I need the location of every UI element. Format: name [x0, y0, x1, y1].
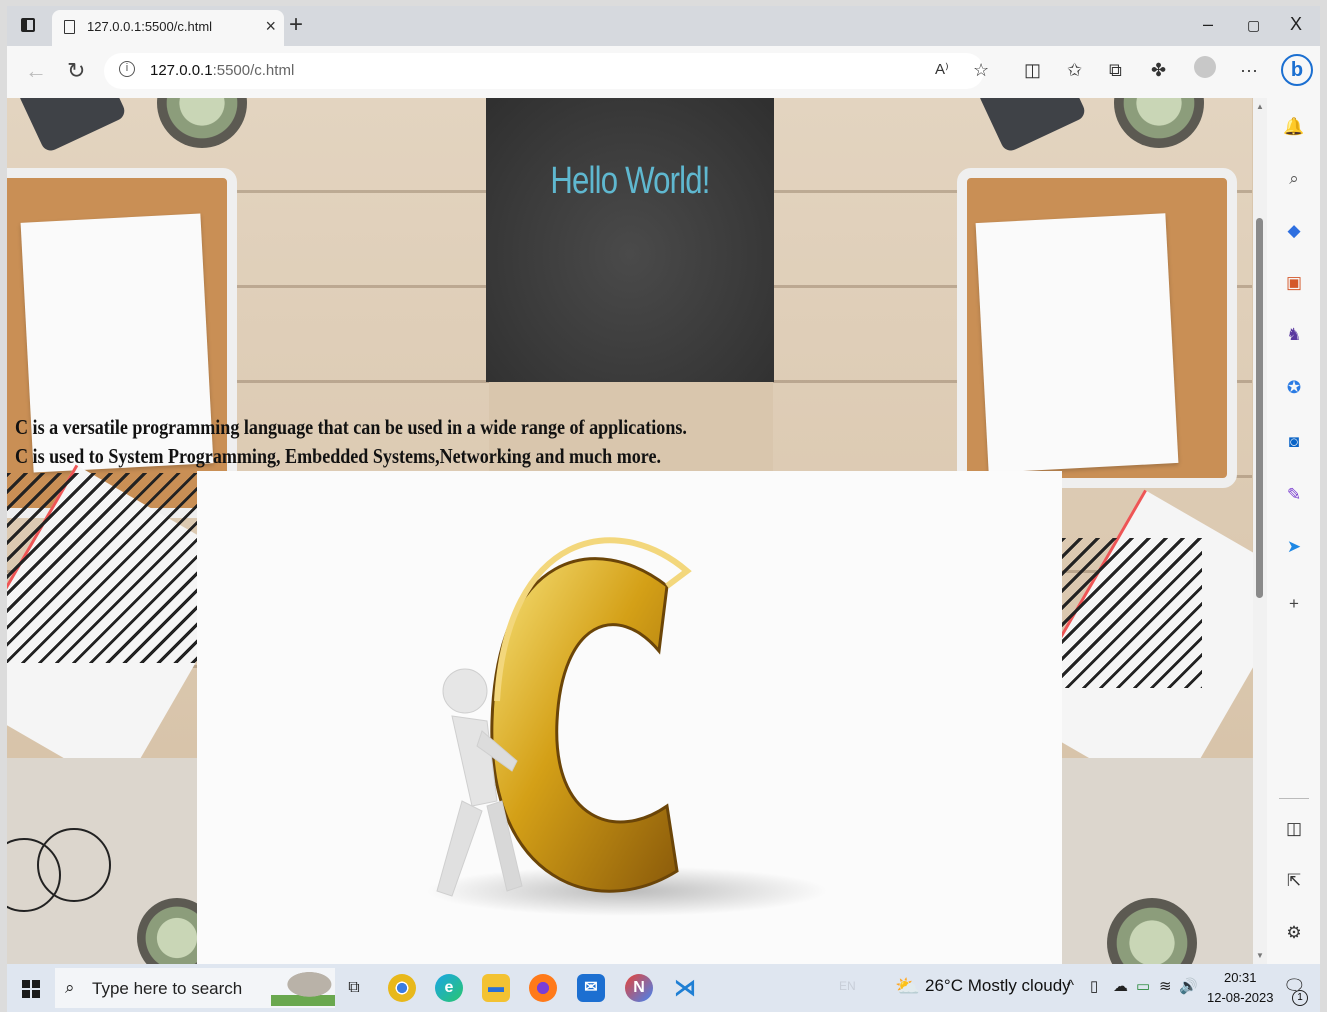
add-icon[interactable]: +: [1283, 593, 1305, 615]
close-window-button[interactable]: X: [1290, 14, 1302, 35]
search-icon[interactable]: ⌕: [1283, 168, 1305, 190]
taskbar-clock[interactable]: 20:31 12-08-2023: [1207, 968, 1274, 1008]
tray-overflow-icon[interactable]: ^: [1067, 977, 1074, 994]
description-line-2: C is used to System Programming, Embedde…: [15, 444, 661, 468]
weather-text[interactable]: 26°C Mostly cloudy: [925, 976, 1071, 996]
task-view-icon[interactable]: ⧉: [340, 974, 368, 1002]
copilot-icon[interactable]: ✪: [1283, 377, 1305, 399]
date-text: 12-08-2023: [1207, 990, 1274, 1005]
hello-heading: Hello World!: [550, 160, 710, 202]
profile-icon[interactable]: [1194, 56, 1216, 78]
paper-sheet-image: [975, 213, 1179, 473]
vscode-icon[interactable]: ⋊: [671, 974, 699, 1002]
favorite-star-icon[interactable]: ☆: [973, 60, 989, 81]
collections-icon[interactable]: ⧉: [1109, 60, 1122, 81]
copilot-bing-icon[interactable]: b: [1281, 54, 1313, 86]
description-line-1: C is a versatile programming language th…: [15, 415, 687, 439]
tray-app-icon[interactable]: ▯: [1090, 977, 1098, 995]
address-bar[interactable]: i 127.0.0.1:5500/c.html: [104, 53, 984, 89]
search-icon: ⌕: [65, 978, 75, 997]
time-text: 20:31: [1223, 970, 1257, 985]
edge-sidebar: 🔔 ⌕ ◆ ▣ ♞ ✪ ◙ ✎ ➤ + ◫ ⇱ ⚙: [1267, 98, 1320, 964]
search-highlight-image: [271, 970, 335, 1006]
briefcase-icon[interactable]: ▣: [1283, 272, 1305, 294]
language-indicator[interactable]: EN: [839, 979, 856, 993]
restore-button[interactable]: ▢: [1247, 17, 1260, 34]
battery-icon[interactable]: ▭: [1136, 977, 1150, 995]
url-text: 127.0.0.1:5500/c.html: [150, 62, 294, 79]
url-path: :5500/c.html: [212, 62, 295, 79]
page-viewport: Hello World! C is a versatile programmin…: [7, 98, 1253, 964]
tab-close-button[interactable]: ×: [265, 16, 276, 37]
split-screen-icon[interactable]: ◫: [1024, 60, 1041, 81]
windows-start-icon[interactable]: [22, 980, 40, 998]
firefox-icon[interactable]: [529, 974, 557, 1002]
sidebar-divider: [1279, 798, 1309, 799]
designer-icon[interactable]: ✎: [1283, 484, 1305, 506]
notebook-spiral-image: [7, 473, 197, 663]
chess-icon[interactable]: ♞: [1283, 324, 1305, 346]
bell-icon[interactable]: 🔔: [1283, 116, 1305, 138]
scroll-up-arrow-icon[interactable]: ▲: [1256, 102, 1264, 111]
scrollbar-thumb[interactable]: [1256, 218, 1263, 598]
back-button[interactable]: ←: [25, 58, 47, 84]
outlook-icon[interactable]: ◙: [1283, 431, 1305, 453]
notebook-spiral-image: [1062, 538, 1202, 688]
page-icon: [64, 20, 75, 34]
figure-body: [451, 715, 498, 807]
weather-icon[interactable]: ⛅: [895, 974, 920, 999]
minimize-button[interactable]: –: [1203, 14, 1213, 35]
onedrive-icon[interactable]: ☁: [1113, 977, 1128, 995]
browser-toolbar: ← ↻ i 127.0.0.1:5500/c.html A⁾ ☆ ◫ ✩ ⧉ ✤…: [7, 46, 1320, 98]
tab-actions-icon[interactable]: [21, 18, 35, 32]
taskbar-search-box[interactable]: ⌕ Type here to search: [55, 968, 335, 1008]
read-aloud-icon[interactable]: A⁾: [935, 60, 949, 78]
new-tab-button[interactable]: +: [289, 11, 303, 39]
wifi-icon[interactable]: ≋: [1159, 977, 1172, 995]
more-icon[interactable]: ···: [1240, 60, 1258, 81]
scroll-down-arrow-icon[interactable]: ▼: [1256, 951, 1264, 960]
send-icon[interactable]: ➤: [1283, 536, 1305, 558]
c-figure-illustration: [427, 537, 827, 916]
figure-head: [442, 668, 488, 714]
windows-taskbar: ⌕ Type here to search ⧉ e ▬ ✉ N ⋊ EN ⛅ 2…: [7, 964, 1320, 1012]
page-scrollbar[interactable]: ▲ ▼: [1253, 98, 1267, 964]
mail-icon[interactable]: ✉: [577, 974, 605, 1002]
hello-world-banner: Hello World!: [486, 98, 774, 382]
refresh-button[interactable]: ↻: [67, 58, 85, 84]
favorites-icon[interactable]: ✩: [1067, 60, 1082, 81]
edge-icon[interactable]: e: [435, 974, 463, 1002]
active-tab[interactable]: 127.0.0.1:5500/c.html ×: [52, 10, 284, 46]
volume-icon[interactable]: 🔊: [1179, 977, 1198, 995]
chrome-icon[interactable]: [388, 974, 416, 1002]
url-host: 127.0.0.1: [150, 62, 213, 79]
tab-strip: 127.0.0.1:5500/c.html × + – ▢ X: [7, 6, 1320, 46]
settings-icon[interactable]: ⚙: [1283, 922, 1305, 944]
notification-badge: 1: [1292, 990, 1308, 1006]
file-explorer-icon[interactable]: ▬: [482, 974, 510, 1002]
site-info-icon[interactable]: i: [119, 61, 135, 77]
tag-icon[interactable]: ◆: [1283, 220, 1305, 242]
tab-title: 127.0.0.1:5500/c.html: [87, 19, 213, 34]
extensions-icon[interactable]: ✤: [1151, 60, 1166, 81]
c-language-image: [197, 471, 1062, 964]
external-link-icon[interactable]: ⇱: [1283, 870, 1305, 892]
sidebar-toggle-icon[interactable]: ◫: [1283, 818, 1305, 840]
notion-icon[interactable]: N: [625, 974, 653, 1002]
search-placeholder: Type here to search: [92, 979, 243, 998]
